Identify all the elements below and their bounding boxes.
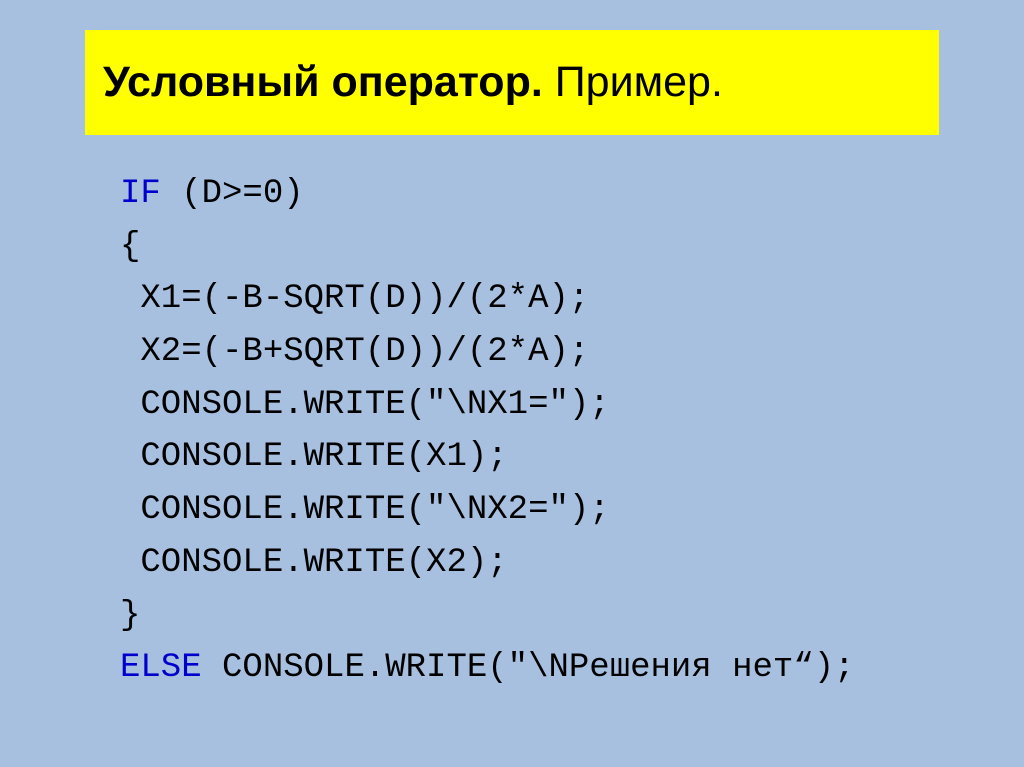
title-bold-part: Условный оператор.	[103, 58, 543, 106]
code-line-3: X1=(-B-SQRT(D))/(2*A);	[120, 273, 964, 326]
code-line-9: }	[120, 590, 964, 643]
title-box: Условный оператор. Пример.	[85, 30, 939, 135]
code-line-5: CONSOLE.WRITE("\NX1=");	[120, 379, 964, 432]
code-block: IF (D>=0) { X1=(-B-SQRT(D))/(2*A); X2=(-…	[120, 168, 964, 695]
keyword-else: ELSE	[120, 649, 202, 687]
code-line-6: CONSOLE.WRITE(X1);	[120, 431, 964, 484]
slide-title: Условный оператор. Пример.	[103, 58, 921, 107]
code-line-2: {	[120, 221, 964, 274]
keyword-if: IF	[120, 175, 161, 213]
slide: Условный оператор. Пример. IF (D>=0) { X…	[0, 0, 1024, 767]
code-line-4: X2=(-B+SQRT(D))/(2*A);	[120, 326, 964, 379]
title-normal-part: Пример.	[543, 58, 723, 106]
code-line-10: ELSE CONSOLE.WRITE("\NРешения нет“);	[120, 642, 964, 695]
code-line-7: CONSOLE.WRITE("\NX2=");	[120, 484, 964, 537]
code-line-1: IF (D>=0)	[120, 168, 964, 221]
code-line-8: CONSOLE.WRITE(X2);	[120, 537, 964, 590]
